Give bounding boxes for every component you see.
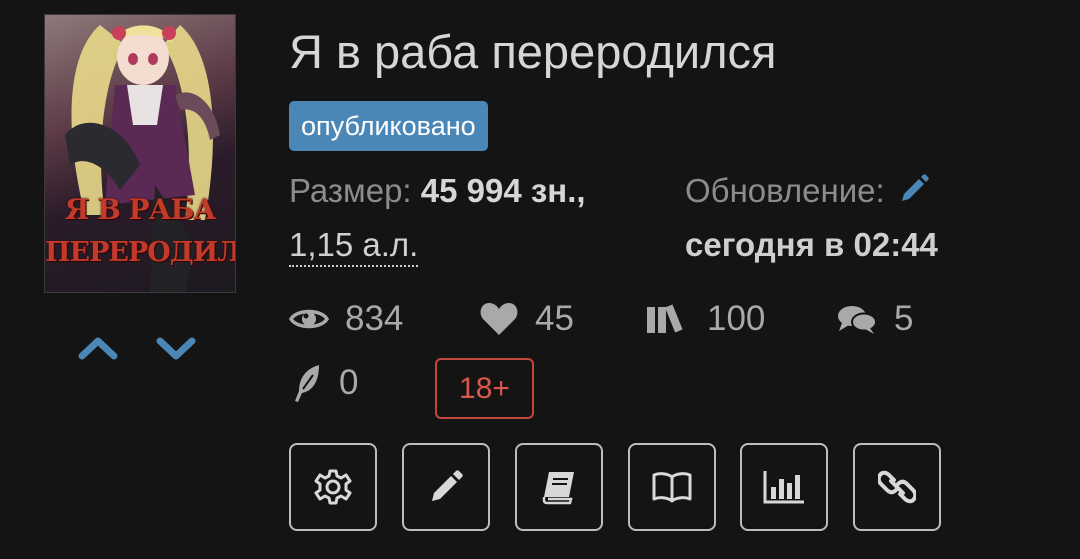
comments-icon bbox=[838, 306, 877, 334]
cover-title-line1: Я В РАБА bbox=[64, 193, 216, 226]
size-row: Размер: 45 994 зн., bbox=[289, 172, 586, 210]
eye-icon bbox=[289, 309, 329, 329]
book-card: Я В РАБА ПЕРЕРОДИЛСЯ Я в раба переродилс… bbox=[0, 0, 1080, 559]
reviews-stat: 0 bbox=[291, 363, 358, 403]
book-cover[interactable]: Я В РАБА ПЕРЕРОДИЛСЯ bbox=[44, 14, 236, 293]
feather-icon bbox=[295, 365, 319, 402]
reviews-count: 0 bbox=[339, 363, 359, 402]
status-badge: опубликовано bbox=[289, 101, 488, 151]
link-icon bbox=[878, 470, 916, 504]
size-chars: 45 994 зн., bbox=[420, 172, 586, 209]
views-count: 834 bbox=[345, 299, 404, 338]
statistics-button[interactable] bbox=[740, 443, 828, 531]
library-stat: 100 bbox=[645, 299, 765, 339]
chevron-up-icon bbox=[78, 337, 118, 360]
gear-icon bbox=[314, 469, 352, 505]
cover-title-line2: ПЕРЕРОДИЛСЯ bbox=[45, 237, 235, 268]
likes-count: 45 bbox=[535, 299, 574, 338]
pencil-icon bbox=[432, 470, 463, 501]
update-edit-link[interactable] bbox=[898, 173, 930, 213]
vote-down-button[interactable] bbox=[154, 332, 198, 364]
update-value: сегодня в 02:44 bbox=[685, 226, 938, 263]
comments-stat[interactable]: 5 bbox=[836, 299, 913, 339]
size-sheets-row: 1,15 а.л. bbox=[289, 226, 419, 267]
edit-button[interactable] bbox=[402, 443, 490, 531]
comments-count: 5 bbox=[894, 299, 914, 338]
book-title: Я в раба переродился bbox=[289, 25, 777, 78]
books-icon bbox=[647, 304, 683, 333]
size-sheets[interactable]: 1,15 а.л. bbox=[289, 226, 419, 267]
book-icon bbox=[542, 472, 574, 505]
bar-chart-icon bbox=[763, 471, 804, 504]
update-label: Обновление: bbox=[685, 172, 885, 209]
views-stat: 834 bbox=[289, 299, 403, 339]
pencil-icon bbox=[901, 174, 929, 201]
update-value-row: сегодня в 02:44 bbox=[685, 226, 938, 264]
open-book-icon bbox=[652, 472, 692, 503]
link-button[interactable] bbox=[853, 443, 941, 531]
heart-icon bbox=[480, 303, 518, 335]
read-button[interactable] bbox=[628, 443, 716, 531]
chevron-down-icon bbox=[156, 337, 196, 360]
vote-up-button[interactable] bbox=[76, 332, 120, 364]
size-label: Размер: bbox=[289, 172, 412, 209]
book-button[interactable] bbox=[515, 443, 603, 531]
age-rating-badge: 18+ bbox=[435, 358, 534, 419]
likes-stat[interactable]: 45 bbox=[479, 299, 574, 339]
settings-button[interactable] bbox=[289, 443, 377, 531]
library-count: 100 bbox=[707, 299, 766, 338]
update-row: Обновление: bbox=[685, 172, 930, 213]
